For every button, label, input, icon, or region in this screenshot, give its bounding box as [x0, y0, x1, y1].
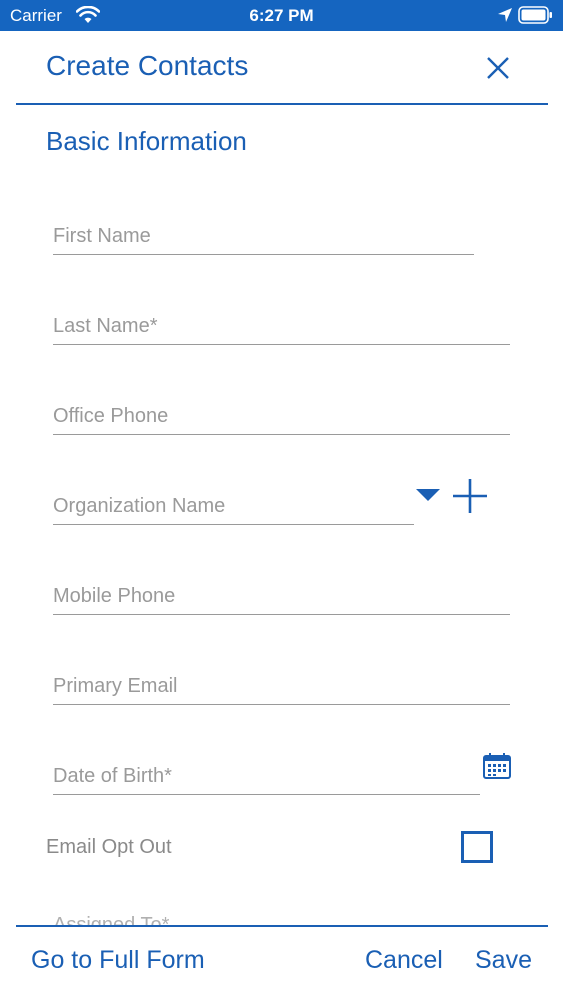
section-title: Basic Information [46, 126, 247, 156]
organization-name-input[interactable] [53, 492, 414, 520]
go-to-full-form-button[interactable]: Go to Full Form [31, 946, 205, 975]
first-name-underline [53, 254, 474, 255]
close-icon[interactable] [484, 54, 512, 82]
office-phone-input[interactable] [53, 402, 510, 430]
email-opt-out-label: Email Opt Out [46, 836, 172, 858]
mobile-phone-underline [53, 614, 510, 615]
first-name-field [53, 222, 474, 255]
organization-name-underline [53, 524, 414, 525]
organization-name-field [53, 492, 414, 525]
add-organization-icon[interactable] [451, 477, 489, 515]
location-arrow-icon [498, 8, 512, 22]
footer-divider [16, 925, 548, 927]
last-name-input[interactable] [53, 312, 510, 340]
cancel-button[interactable]: Cancel [365, 946, 443, 975]
header-divider [16, 103, 548, 105]
first-name-input[interactable] [53, 222, 474, 250]
page-title: Create Contacts [46, 50, 249, 81]
calendar-icon[interactable] [482, 751, 512, 781]
primary-email-field [53, 672, 510, 705]
office-phone-underline [53, 434, 510, 435]
primary-email-input[interactable] [53, 672, 510, 700]
battery-icon [518, 6, 552, 24]
date-of-birth-field [53, 762, 480, 795]
dropdown-arrow-icon[interactable] [415, 488, 441, 502]
date-of-birth-underline [53, 794, 480, 795]
last-name-underline [53, 344, 510, 345]
mobile-phone-input[interactable] [53, 582, 510, 610]
email-opt-out-checkbox[interactable] [461, 831, 493, 863]
primary-email-underline [53, 704, 510, 705]
status-time: 6:27 PM [249, 6, 314, 25]
office-phone-field [53, 402, 510, 435]
mobile-phone-field [53, 582, 510, 615]
last-name-field [53, 312, 510, 345]
save-button[interactable]: Save [475, 946, 532, 975]
status-bar: Carrier 6:27 PM [0, 0, 563, 31]
date-of-birth-input[interactable] [53, 762, 480, 790]
